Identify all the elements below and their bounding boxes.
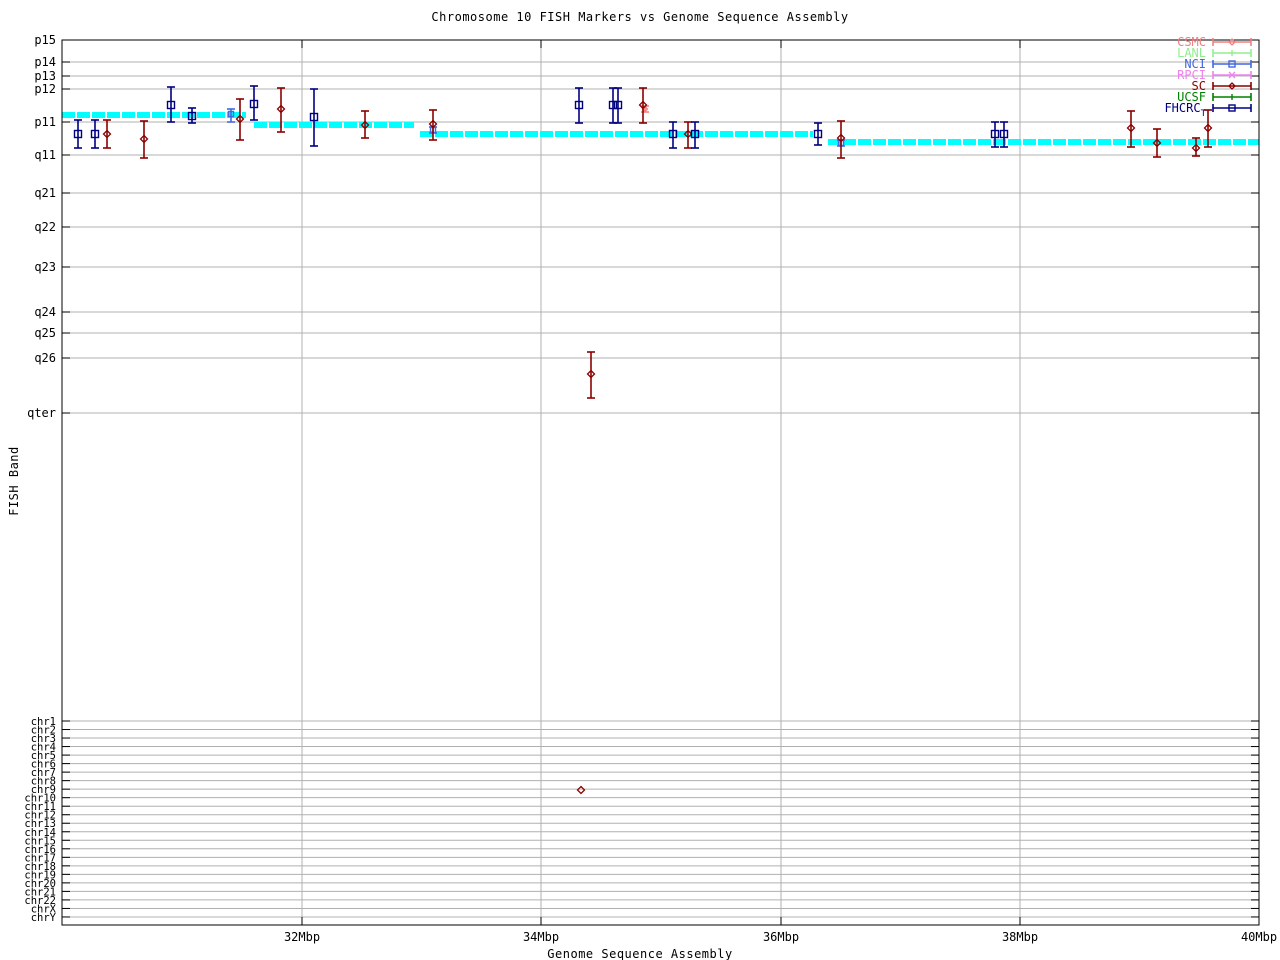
y-tick-label: q21 [34, 186, 56, 200]
y-tick-label: p13 [34, 69, 56, 83]
y-tick-label: q26 [34, 351, 56, 365]
axis-ticks [62, 39, 1260, 925]
grid-lines [62, 39, 1259, 925]
data-series [73, 85, 1213, 795]
legend-entry-RPCI: RPCI [1177, 68, 1252, 82]
y-tick-label: q24 [34, 305, 56, 319]
y-tick-label: qter [27, 406, 56, 420]
y-tick-label: q22 [34, 220, 56, 234]
x-tick-label: 40Mbp [1241, 930, 1277, 944]
y-axis-label: FISH Band [7, 446, 21, 516]
x-tick-label: 38Mbp [1002, 930, 1038, 944]
x-tick-labels: 32Mbp 34Mbp 36Mbp 38Mbp 40Mbp [284, 930, 1277, 944]
x-axis-label: Genome Sequence Assembly [547, 947, 733, 960]
diamond-marker [576, 785, 586, 795]
chart-title: Chromosome 10 FISH Markers vs Genome Seq… [431, 10, 849, 24]
y-tick-labels: p15 p14p13p12 p11 q11 q21 q22 q23 q24 q25 q26 qter… [24, 33, 56, 924]
y-tick-label: p14 [34, 55, 56, 69]
chart-page: p15 p14 p13 p12 p11 q11 q21 q22 q23 q24 q25 q26 qter… [0, 0, 1280, 960]
fish-marker-chart: p15 p14p13p12 p11 q11 q21 q22 q23 q24 q25 q26 qter… [24, 33, 1277, 944]
plot-border [61, 39, 1260, 926]
assembly-track [62, 112, 1259, 145]
legend: CSMCLANLNCIRPCISCUCSFFHCRCT [1164, 35, 1252, 119]
y-tick-label: p12 [34, 82, 56, 96]
x-tick-label: 32Mbp [284, 930, 320, 944]
series-SC [102, 87, 1213, 795]
y-tick-label: q11 [34, 148, 56, 162]
y-tick-label: p11 [34, 115, 56, 129]
y-tick-label: chrY [31, 912, 57, 924]
y-tick-label: q25 [34, 326, 56, 340]
legend-label: FHCRCT [1164, 101, 1206, 119]
x-tick-label: 34Mbp [523, 930, 559, 944]
y-tick-label: q23 [34, 260, 56, 274]
y-tick-label: p15 [34, 33, 56, 47]
x-tick-label: 36Mbp [763, 930, 799, 944]
